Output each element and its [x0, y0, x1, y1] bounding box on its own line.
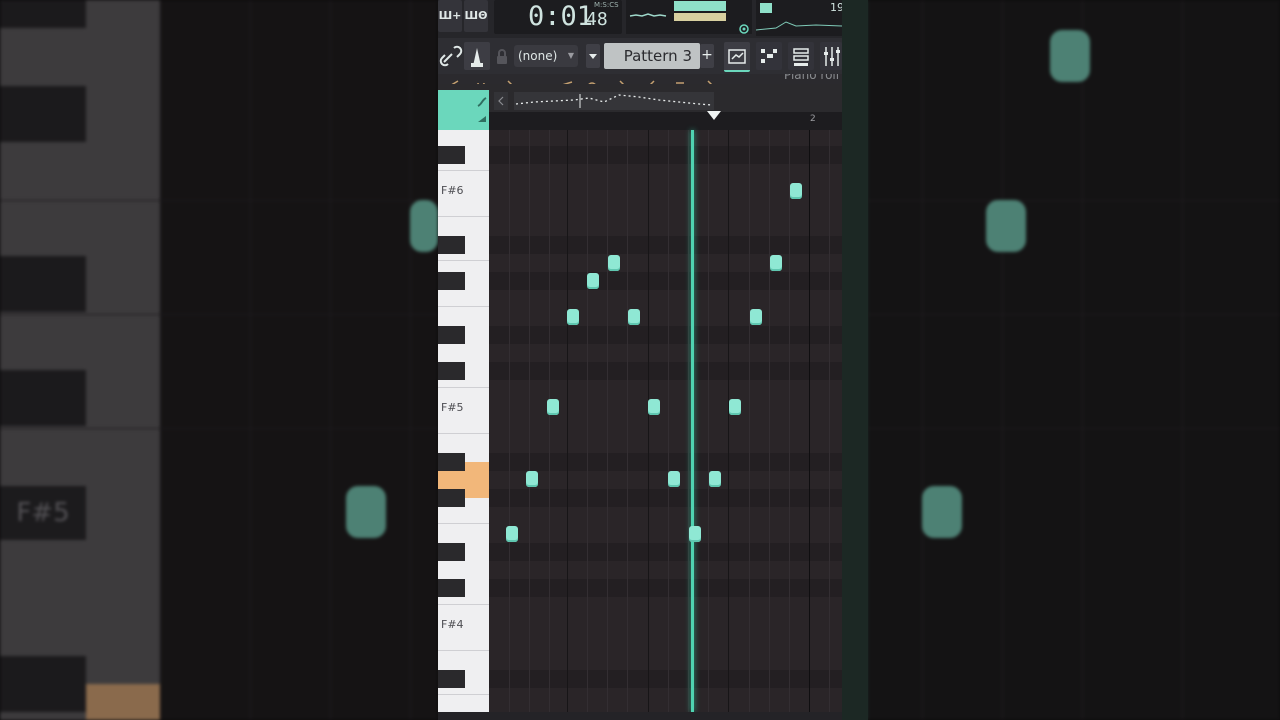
background-right — [842, 0, 1280, 720]
bg-black-key — [0, 0, 86, 28]
note[interactable] — [769, 255, 782, 271]
preset-select-value: (none) — [518, 49, 558, 63]
pattern-selector[interactable]: Pattern 3 — [604, 43, 700, 69]
key-label: F#5 — [441, 401, 464, 414]
time-format-label: M:S:CS — [594, 1, 619, 9]
bg-note — [1050, 30, 1090, 82]
output-monitor — [626, 0, 752, 34]
key-label: F#4 — [441, 618, 464, 631]
waveform-icon — [629, 1, 749, 34]
black-key[interactable] — [438, 670, 465, 688]
bg-black-key — [0, 656, 86, 712]
bg-note — [410, 200, 438, 252]
black-key[interactable] — [438, 326, 465, 344]
chevron-down-icon: ▼ — [567, 51, 574, 60]
black-key[interactable] — [438, 272, 465, 290]
scroll-left-button[interactable] — [494, 92, 508, 110]
link-icon[interactable] — [438, 42, 464, 70]
note[interactable] — [749, 309, 762, 325]
note[interactable] — [668, 471, 681, 487]
cpu-value: 19 — [830, 1, 842, 14]
black-key[interactable] — [438, 489, 465, 507]
note[interactable] — [729, 399, 742, 415]
timeline-ruler[interactable]: 2 — [489, 111, 842, 130]
bg-black-key — [0, 86, 86, 142]
black-key[interactable] — [438, 146, 465, 164]
preset-select[interactable]: (none) ▼ — [514, 45, 578, 67]
bg-note — [986, 200, 1026, 252]
bottom-scrollbar[interactable] — [438, 712, 842, 720]
note[interactable] — [506, 526, 518, 542]
undo-button[interactable]: ШΘ — [464, 0, 488, 32]
note[interactable] — [627, 309, 640, 325]
bg-note — [346, 486, 386, 538]
note[interactable] — [790, 183, 803, 199]
note[interactable] — [607, 255, 620, 271]
note[interactable] — [526, 471, 539, 487]
slide-tool-icon — [477, 97, 487, 122]
note[interactable] — [546, 399, 559, 415]
pattern-dropdown-arrow[interactable] — [586, 44, 600, 68]
panel-edge — [842, 0, 868, 720]
note-overview-icon — [515, 94, 713, 108]
piano-roll-icon[interactable] — [756, 42, 782, 70]
key-label: F#6 — [441, 184, 464, 197]
main-toolbar: Ш+ ШΘ 0:01 M:S:CS 48 19 — [438, 0, 842, 38]
channel-rack-icon[interactable] — [788, 42, 814, 70]
metronome-icon[interactable] — [464, 42, 490, 70]
lock-icon[interactable] — [494, 48, 510, 66]
snap-button[interactable]: Ш+ — [438, 0, 462, 32]
ruler-row — [438, 90, 842, 112]
pattern-toolbar: (none) ▼ Pattern 3 + — [438, 38, 842, 74]
playhead-marker-icon[interactable] — [707, 111, 721, 120]
chevron-down-icon — [589, 54, 597, 59]
black-key[interactable] — [438, 453, 465, 471]
note-grid[interactable] — [489, 130, 842, 712]
add-pattern-button[interactable]: + — [700, 44, 714, 68]
time-centiseconds: 48 — [586, 9, 608, 30]
bg-highlight-key — [86, 684, 160, 720]
bar-number-label: 2 — [810, 114, 816, 124]
background-left: F#5 — [0, 0, 438, 720]
tool-corner-button[interactable] — [438, 90, 489, 130]
bg-black-key — [0, 370, 86, 426]
piano-roll-window: Ш+ ШΘ 0:01 M:S:CS 48 19 (none) ▼ Pattern… — [438, 0, 842, 720]
black-key[interactable] — [438, 579, 465, 597]
playlist-icon[interactable] — [724, 42, 750, 72]
black-key[interactable] — [438, 236, 465, 254]
piano-roll-tool-strip: Piano roll — [438, 74, 842, 84]
note[interactable] — [688, 526, 701, 542]
piano-keyboard[interactable]: F#6 F#5 F#4 — [438, 130, 489, 712]
bg-black-key — [0, 256, 86, 312]
song-time-display[interactable]: 0:01 M:S:CS 48 — [494, 0, 622, 34]
bg-key-label: F#5 — [0, 486, 86, 540]
pattern-overview-scrollbar[interactable] — [514, 92, 714, 110]
note[interactable] — [648, 399, 661, 415]
time-minutes-seconds: 0:01 — [528, 1, 594, 32]
bg-note — [922, 486, 962, 538]
tool-icons-strip — [451, 80, 713, 84]
chevron-left-icon — [498, 96, 504, 106]
mixer-icon[interactable] — [820, 42, 842, 70]
cpu-meter: 19 — [755, 0, 842, 36]
black-key[interactable] — [438, 543, 465, 561]
note[interactable] — [587, 273, 600, 289]
note[interactable] — [566, 309, 579, 325]
black-key[interactable] — [438, 362, 465, 380]
piano-roll-title: Piano roll — [784, 74, 840, 82]
playhead-line[interactable] — [690, 130, 694, 712]
note[interactable] — [709, 471, 721, 487]
